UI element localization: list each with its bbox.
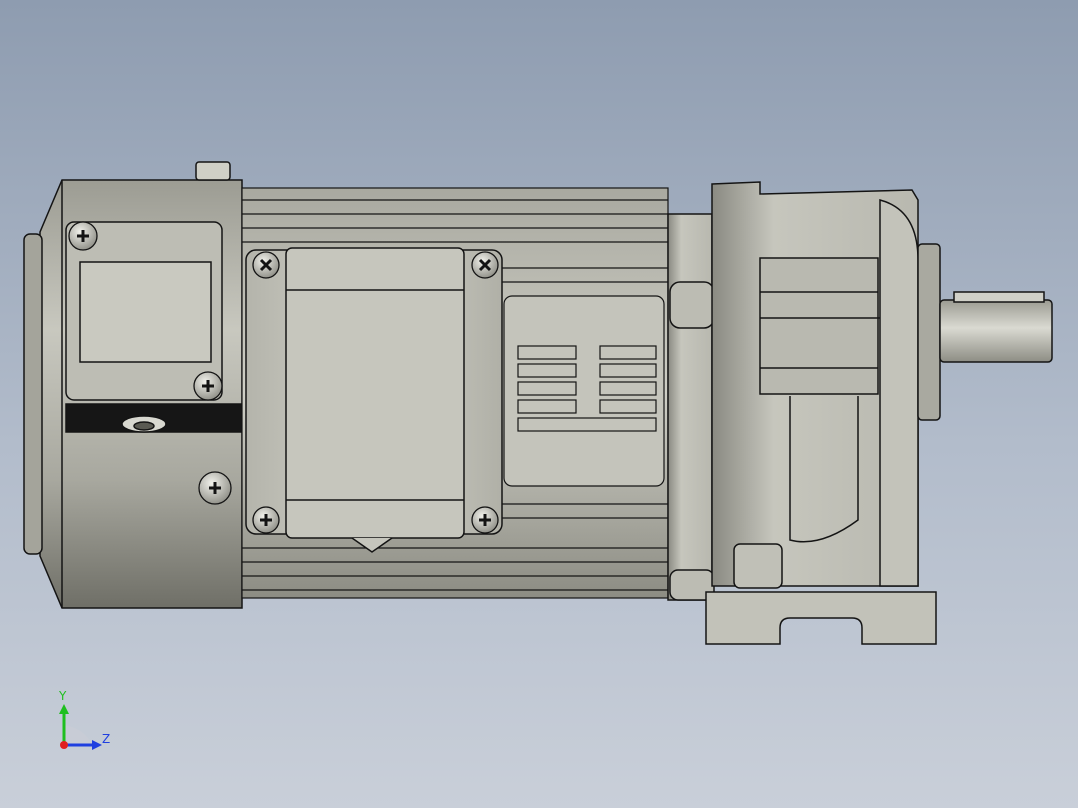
screw-box-top-right xyxy=(471,251,499,279)
gear-motor-model[interactable]: Y Z xyxy=(0,0,1078,808)
motor-flange xyxy=(667,213,715,601)
screw-fan-top xyxy=(68,221,98,251)
orientation-triad: Y Z xyxy=(58,689,110,750)
z-axis-label: Z xyxy=(102,732,110,746)
terminal-panel xyxy=(65,221,243,433)
screw-box-top-left xyxy=(252,251,280,279)
grounding-bolt xyxy=(198,471,232,505)
nameplate xyxy=(503,295,665,487)
screw-box-bottom-right xyxy=(471,506,499,534)
junction-box xyxy=(245,247,503,553)
screw-fan-bottom xyxy=(193,371,223,401)
screw-box-bottom-left xyxy=(252,506,280,534)
triad-shadow xyxy=(64,725,92,745)
3d-viewport[interactable]: Y Z xyxy=(0,0,1078,808)
y-axis-label: Y xyxy=(58,689,67,703)
output-shaft xyxy=(939,291,1053,363)
gearbox-housing xyxy=(711,181,941,589)
mounting-foot xyxy=(705,591,937,645)
x-axis-icon xyxy=(60,741,68,749)
